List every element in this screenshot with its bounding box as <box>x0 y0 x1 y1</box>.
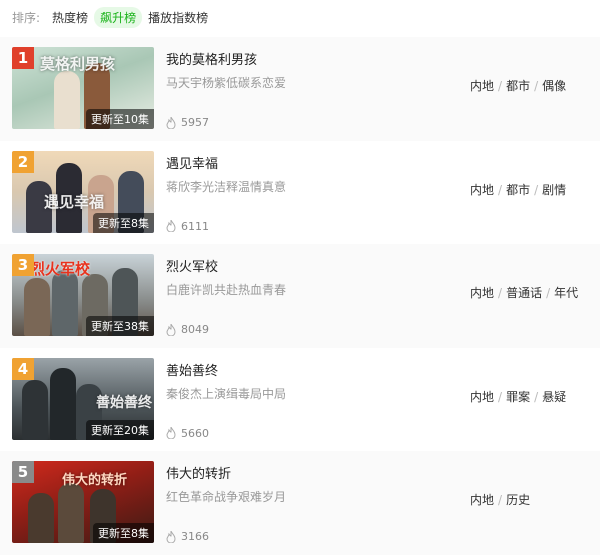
heat-count: 3166 <box>166 530 209 543</box>
tag[interactable]: 都市 <box>506 183 530 197</box>
flame-icon <box>166 530 176 543</box>
tag-separator: / <box>534 79 539 93</box>
rank-badge: 1 <box>12 47 34 69</box>
sort-label: 排序: <box>12 10 41 25</box>
tag[interactable]: 都市 <box>506 79 530 93</box>
show-title[interactable]: 善始善终 <box>166 360 426 379</box>
tag-separator: / <box>534 389 539 404</box>
flame-icon <box>166 116 176 129</box>
show-description: 红色革命战争艰难岁月 <box>166 490 287 504</box>
tag[interactable]: 普通话 <box>506 286 542 300</box>
tag-list: 内地 / 都市 / 剧情 <box>470 181 566 198</box>
tag-separator: / <box>546 286 551 300</box>
flame-icon <box>166 427 176 439</box>
poster-thumbnail[interactable]: 遇见幸福 2 更新至8集 <box>12 150 154 233</box>
poster-thumbnail[interactable]: 善始善终 4 更新至20集 <box>12 357 154 440</box>
heat-value: 5957 <box>181 116 209 129</box>
item-info: 烈火军校 白鹿许凯共赴热血青春 8049 <box>166 256 426 336</box>
show-title[interactable]: 伟大的转折 <box>166 463 426 482</box>
poster-thumbnail[interactable]: 莫格利男孩 1 更新至10集 <box>12 47 154 129</box>
show-description: 白鹿许凯共赴热血青春 <box>166 283 287 297</box>
heat-count: 5660 <box>166 427 209 440</box>
show-description: 马天宇杨紫低碳系恋爱 <box>166 76 287 90</box>
heat-value: 6111 <box>181 219 209 233</box>
sort-option-hot[interactable]: 热度榜 <box>52 9 88 26</box>
sort-bar: 排序: 热度榜 飙升榜 播放指数榜 <box>0 0 600 34</box>
show-title[interactable]: 我的莫格利男孩 <box>166 49 426 68</box>
update-status: 更新至20集 <box>86 419 154 440</box>
list-item[interactable]: 烈火军校 3 更新至38集 烈火军校 白鹿许凯共赴热血青春 8049 内地 / 普通… <box>0 244 600 348</box>
heat-value: 5660 <box>181 426 209 440</box>
heat-count: 5957 <box>166 116 209 129</box>
tag-list: 内地 / 罪案 / 悬疑 <box>470 388 566 405</box>
tag-separator: / <box>534 182 539 197</box>
poster-art-text: 善始善终 <box>96 394 152 411</box>
heat-value: 8049 <box>181 323 209 336</box>
tag-separator: / <box>498 286 503 300</box>
tag[interactable]: 内地 <box>470 390 494 404</box>
list-item[interactable]: 莫格利男孩 1 更新至10集 我的莫格利男孩 马天宇杨紫低碳系恋爱 5957 内… <box>0 37 600 141</box>
list-item[interactable]: 善始善终 4 更新至20集 善始善终 秦俊杰上演缉毒局中局 5660 内地 / 罪案… <box>0 347 600 451</box>
update-status: 更新至10集 <box>86 109 154 129</box>
sort-option-rising[interactable]: 飙升榜 <box>94 6 143 28</box>
tag-separator: / <box>498 182 503 197</box>
tag-list: 内地 / 普通话 / 年代 <box>470 284 578 301</box>
tag-separator: / <box>498 493 503 507</box>
update-status: 更新至38集 <box>86 316 154 336</box>
tag[interactable]: 内地 <box>470 493 494 507</box>
update-status: 更新至8集 <box>93 523 154 543</box>
show-title[interactable]: 遇见幸福 <box>166 153 426 172</box>
rank-badge: 4 <box>12 357 34 380</box>
update-status: 更新至8集 <box>93 212 154 233</box>
sort-option-play-index[interactable]: 播放指数榜 <box>148 9 208 26</box>
poster-art-text: 伟大的转折 <box>62 473 128 488</box>
tag-list: 内地 / 历史 <box>470 491 560 508</box>
tag[interactable]: 罪案 <box>506 390 530 404</box>
tag[interactable]: 内地 <box>470 183 494 197</box>
poster-art-text: 莫格利男孩 <box>40 55 116 73</box>
heat-value: 3166 <box>181 530 209 543</box>
item-info: 遇见幸福 蒋欣李光洁释温情真意 6111 <box>166 153 426 233</box>
show-description: 秦俊杰上演缉毒局中局 <box>166 386 287 401</box>
rank-badge: 2 <box>12 150 34 173</box>
tag[interactable]: 悬疑 <box>542 390 566 404</box>
poster-art-text: 遇见幸福 <box>44 192 105 211</box>
list-item[interactable]: 遇见幸福 2 更新至8集 遇见幸福 蒋欣李光洁释温情真意 6111 内地 / 都市 /… <box>0 140 600 244</box>
tag[interactable]: 内地 <box>470 79 494 93</box>
tag-list: 内地 / 都市 / 偶像 <box>470 77 566 94</box>
tag[interactable]: 偶像 <box>542 79 566 93</box>
poster-thumbnail[interactable]: 伟大的转折 5 更新至8集 <box>12 461 154 543</box>
item-info: 伟大的转折 红色革命战争艰难岁月 3166 <box>166 463 426 543</box>
heat-count: 8049 <box>166 323 209 336</box>
rank-badge: 3 <box>12 254 34 276</box>
show-title[interactable]: 烈火军校 <box>166 256 426 275</box>
poster-art-text: 烈火军校 <box>30 260 91 278</box>
tag[interactable]: 年代 <box>554 286 578 300</box>
tag-separator: / <box>498 79 503 93</box>
tag-separator: / <box>498 389 503 404</box>
item-info: 我的莫格利男孩 马天宇杨紫低碳系恋爱 5957 <box>166 49 426 129</box>
ranking-list: 莫格利男孩 1 更新至10集 我的莫格利男孩 马天宇杨紫低碳系恋爱 5957 内… <box>0 37 600 555</box>
item-info: 善始善终 秦俊杰上演缉毒局中局 5660 <box>166 360 426 440</box>
tag[interactable]: 剧情 <box>542 183 566 197</box>
show-description: 蒋欣李光洁释温情真意 <box>166 179 287 194</box>
list-item[interactable]: 伟大的转折 5 更新至8集 伟大的转折 红色革命战争艰难岁月 3166 内地 / 历… <box>0 451 600 555</box>
tag[interactable]: 历史 <box>506 493 530 507</box>
rank-badge: 5 <box>12 461 34 483</box>
flame-icon <box>166 323 176 336</box>
heat-count: 6111 <box>166 220 209 233</box>
poster-thumbnail[interactable]: 烈火军校 3 更新至38集 <box>12 254 154 336</box>
tag[interactable]: 内地 <box>470 286 494 300</box>
flame-icon <box>166 220 176 232</box>
